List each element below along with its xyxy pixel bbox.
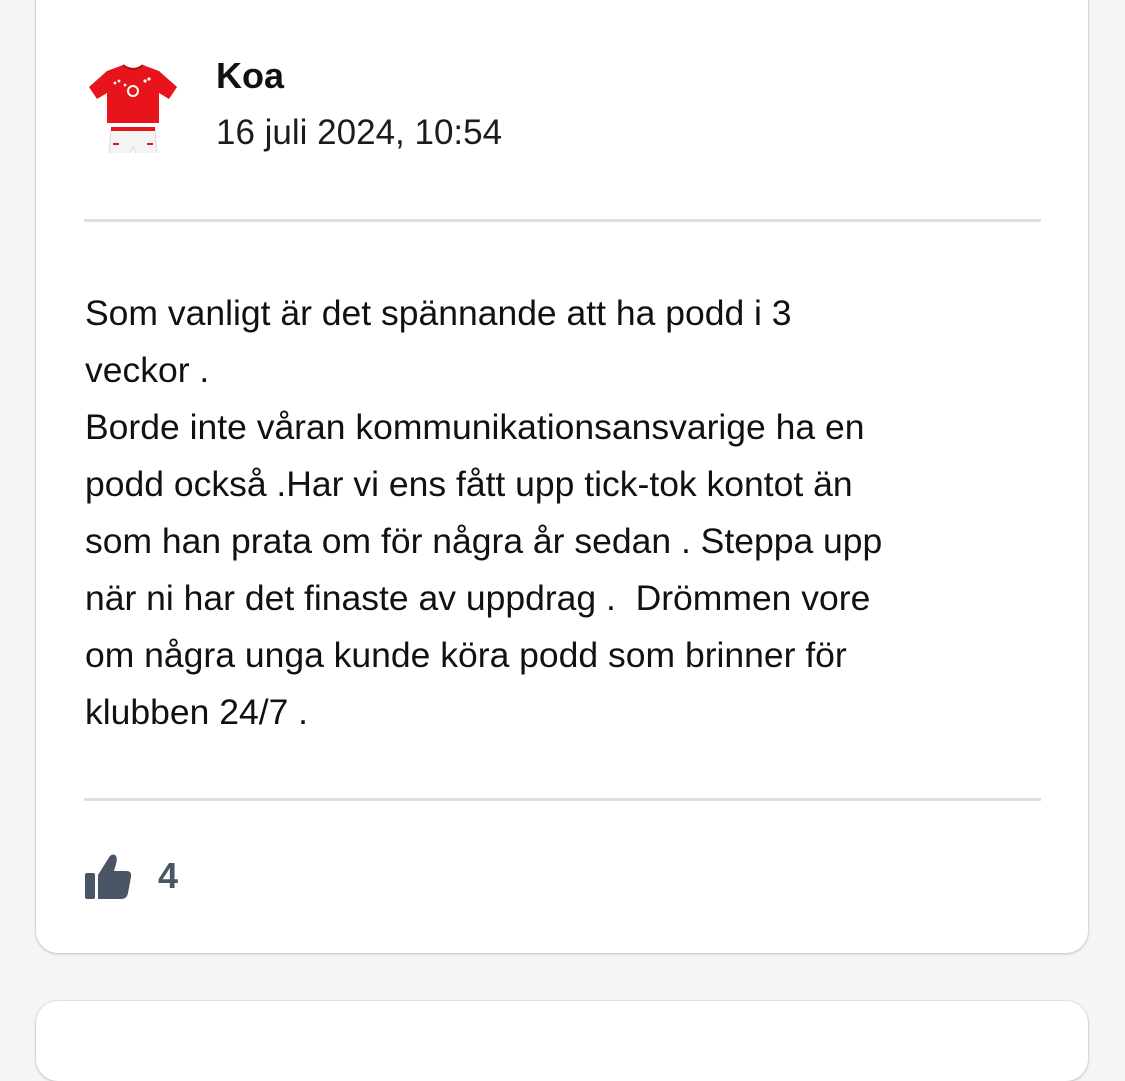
red-football-kit-icon (89, 64, 177, 156)
like-button[interactable]: 4 (84, 848, 178, 904)
next-post-card (36, 1001, 1088, 1081)
footer-divider (84, 798, 1041, 801)
thumbs-up-icon (85, 854, 132, 899)
post-card: Koa 16 juli 2024, 10:54 Som vanligt är d… (36, 0, 1088, 953)
post-body: Som vanligt är det spännande att ha podd… (85, 293, 883, 732)
avatar[interactable] (85, 57, 181, 156)
header-divider (84, 219, 1041, 222)
post-timestamp: 16 juli 2024, 10:54 (216, 113, 503, 152)
like-count: 4 (158, 855, 179, 896)
author-name[interactable]: Koa (216, 54, 284, 98)
